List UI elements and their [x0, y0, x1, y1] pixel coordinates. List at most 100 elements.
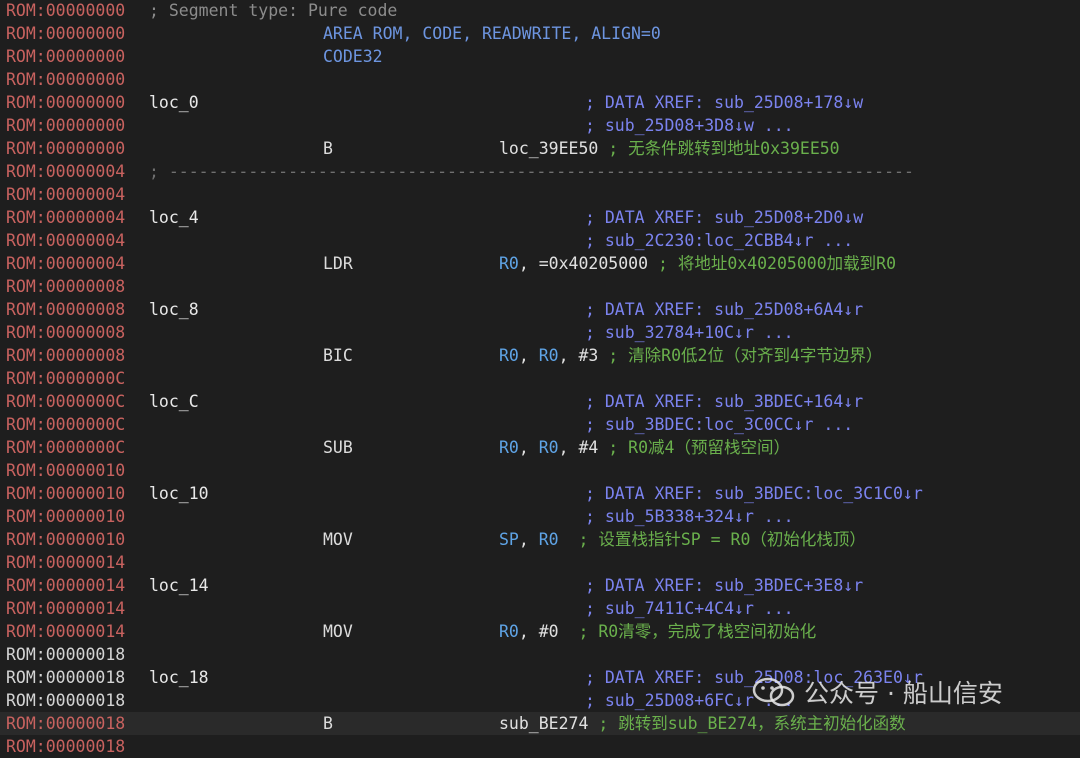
xref-comment[interactable]: ; DATA XREF: sub_3BDEC+3E8↓r: [585, 574, 863, 597]
listing-line[interactable]: ROM:00000010 ; sub_5B338+324↓r ...: [0, 505, 1080, 528]
listing-line[interactable]: ROM:00000000 ; sub_25D08+3D8↓w ...: [0, 114, 1080, 137]
listing-line[interactable]: ROM:00000004 loc_4 ; DATA XREF: sub_25D08+…: [0, 206, 1080, 229]
xref-comment[interactable]: ; DATA XREF: sub_25D08+178↓w: [585, 91, 863, 114]
address: ROM:00000018: [6, 645, 126, 664]
listing-line[interactable]: ROM:00000000 ; Segment type: Pure code: [0, 0, 1080, 22]
listing-line[interactable]: ROM:00000018: [0, 735, 1080, 758]
register[interactable]: R0: [539, 346, 559, 365]
listing-line[interactable]: ROM:00000014 MOV R0, #0 ; R0清零，完成了栈空间初始化: [0, 620, 1080, 643]
address: ROM:00000014: [6, 599, 126, 618]
listing-line[interactable]: ROM:00000004 ; sub_2C230:loc_2CBB4↓r ...: [0, 229, 1080, 252]
xref-comment[interactable]: ; sub_3BDEC:loc_3C0CC↓r ...: [585, 413, 853, 436]
listing-line[interactable]: ROM:0000000C: [0, 367, 1080, 390]
code-label[interactable]: loc_14: [149, 574, 209, 597]
register[interactable]: R0: [499, 438, 519, 457]
register[interactable]: SP: [499, 530, 519, 549]
disassembly-listing[interactable]: ROM:00000000; Segment type: Pure code ROM…: [0, 0, 1080, 756]
operand[interactable]: sub_BE274: [499, 714, 588, 733]
listing-line[interactable]: ROM:00000008 ; sub_32784+10C↓r ...: [0, 321, 1080, 344]
code-label[interactable]: loc_10: [149, 482, 209, 505]
address: ROM:00000018: [6, 668, 126, 687]
listing-line[interactable]: ROM:00000004 ; --------------------------…: [0, 160, 1080, 183]
address: ROM:0000000C: [6, 369, 126, 388]
listing-line[interactable]: ROM:00000000 AREA ROM, CODE, READWRITE, A…: [0, 22, 1080, 45]
operands[interactable]: loc_39EE50 ; 无条件跳转到地址0x39EE50: [499, 137, 840, 160]
listing-line[interactable]: ROM:00000014 loc_14 ; DATA XREF: sub_3BDEC…: [0, 574, 1080, 597]
mnemonic: MOV: [323, 622, 353, 641]
listing-line[interactable]: ROM:00000018 ; sub_25D08+6FC↓r ...: [0, 689, 1080, 712]
code-label[interactable]: loc_0: [149, 91, 199, 114]
comment: ; 清除R0低2位（对齐到4字节边界）: [598, 346, 883, 365]
listing-line[interactable]: ROM:00000000 CODE32: [0, 45, 1080, 68]
register[interactable]: R0: [539, 438, 559, 457]
operands[interactable]: R0, #0 ; R0清零，完成了栈空间初始化: [499, 620, 816, 643]
xref-comment[interactable]: ; DATA XREF: sub_25D08+2D0↓w: [585, 206, 863, 229]
code-label[interactable]: loc_18: [149, 666, 209, 689]
xref-comment[interactable]: ; DATA XREF: sub_25D08+6A4↓r: [585, 298, 863, 321]
listing-line[interactable]: ROM:00000018: [0, 643, 1080, 666]
xref-comment[interactable]: ; sub_25D08+3D8↓w ...: [585, 114, 794, 137]
operands[interactable]: R0, R0, #3 ; 清除R0低2位（对齐到4字节边界）: [499, 344, 882, 367]
listing-line[interactable]: ROM:00000008: [0, 275, 1080, 298]
address: ROM:00000018: [6, 714, 126, 733]
listing-line[interactable]: ROM:00000008 BIC R0, R0, #3 ; 清除R0低2位（对齐到4…: [0, 344, 1080, 367]
register[interactable]: R0: [499, 254, 519, 273]
operand[interactable]: , #3: [559, 346, 599, 365]
comment: ; 跳转到sub_BE274，系统主初始化函数: [588, 714, 906, 733]
address: ROM:00000008: [6, 323, 126, 342]
listing-line[interactable]: ROM:0000000C loc_C ; DATA XREF: sub_3BDEC+…: [0, 390, 1080, 413]
xref-comment[interactable]: ; sub_25D08+6FC↓r ...: [585, 689, 794, 712]
listing-line[interactable]: ROM:00000000 Bloc_39EE50 ; 无条件跳转到地址0x39EE…: [0, 137, 1080, 160]
listing-line[interactable]: ROM:00000010 MOV SP, R0 ; 设置栈指针SP = R0（初始化…: [0, 528, 1080, 551]
comment: ; 设置栈指针SP = R0（初始化栈顶）: [558, 530, 866, 549]
separator-line: ; --------------------------------------…: [149, 162, 914, 181]
operand[interactable]: ,: [519, 346, 539, 365]
address: ROM:0000000C: [6, 438, 126, 457]
address: ROM:00000014: [6, 576, 126, 595]
operand[interactable]: loc_39EE50: [499, 139, 598, 158]
xref-comment[interactable]: ; DATA XREF: sub_25D08:loc_263E0↓r: [585, 666, 923, 689]
address: ROM:00000000: [6, 116, 126, 135]
code-label[interactable]: loc_8: [149, 298, 199, 321]
operand[interactable]: , =0x40205000: [519, 254, 648, 273]
xref-comment[interactable]: ; DATA XREF: sub_3BDEC+164↓r: [585, 390, 863, 413]
mnemonic: B: [323, 139, 333, 158]
xref-comment[interactable]: ; sub_2C230:loc_2CBB4↓r ...: [585, 229, 853, 252]
listing-line[interactable]: ROM:00000014 ; sub_7411C+4C4↓r ...: [0, 597, 1080, 620]
operands[interactable]: sub_BE274 ; 跳转到sub_BE274，系统主初始化函数: [499, 712, 906, 735]
listing-line[interactable]: ROM:0000000C ; sub_3BDEC:loc_3C0CC↓r ...: [0, 413, 1080, 436]
listing-line[interactable]: ROM:00000018 Bsub_BE274 ; 跳转到sub_BE274，系统…: [0, 712, 1080, 735]
listing-line[interactable]: ROM:00000000: [0, 68, 1080, 91]
listing-line[interactable]: ROM:00000008 loc_8 ; DATA XREF: sub_25D08+…: [0, 298, 1080, 321]
address: ROM:0000000C: [6, 392, 126, 411]
operands[interactable]: SP, R0 ; 设置栈指针SP = R0（初始化栈顶）: [499, 528, 866, 551]
code-label[interactable]: loc_4: [149, 206, 199, 229]
register[interactable]: R0: [499, 346, 519, 365]
operand[interactable]: ,: [519, 438, 539, 457]
operand[interactable]: , #4: [559, 438, 599, 457]
operand[interactable]: ,: [519, 530, 539, 549]
code-label[interactable]: loc_C: [149, 390, 199, 413]
comment: ; 将地址0x40205000加载到R0: [648, 254, 897, 273]
register[interactable]: R0: [499, 622, 519, 641]
segment-comment: ; Segment type: Pure code: [149, 1, 398, 20]
listing-line[interactable]: ROM:00000010 loc_10 ; DATA XREF: sub_3BDEC…: [0, 482, 1080, 505]
listing-line[interactable]: ROM:00000000 loc_0 ; DATA XREF: sub_25D08+…: [0, 91, 1080, 114]
xref-comment[interactable]: ; DATA XREF: sub_3BDEC:loc_3C1C0↓r: [585, 482, 923, 505]
listing-line[interactable]: ROM:00000014: [0, 551, 1080, 574]
listing-line[interactable]: ROM:00000004: [0, 183, 1080, 206]
register[interactable]: R0: [539, 530, 559, 549]
address: ROM:00000000: [6, 47, 126, 66]
operand[interactable]: , #0: [519, 622, 559, 641]
comment: ; 无条件跳转到地址0x39EE50: [598, 139, 840, 158]
listing-line[interactable]: ROM:00000004 LDR R0, =0x40205000 ; 将地址0x40…: [0, 252, 1080, 275]
xref-comment[interactable]: ; sub_7411C+4C4↓r ...: [585, 597, 794, 620]
listing-line[interactable]: ROM:0000000C SUB R0, R0, #4 ; R0减4（预留栈空间）: [0, 436, 1080, 459]
operands[interactable]: R0, R0, #4 ; R0减4（预留栈空间）: [499, 436, 790, 459]
listing-line[interactable]: ROM:00000018 loc_18 ; DATA XREF: sub_25D08…: [0, 666, 1080, 689]
operands[interactable]: R0, =0x40205000 ; 将地址0x40205000加载到R0: [499, 252, 896, 275]
listing-line[interactable]: ROM:00000010: [0, 459, 1080, 482]
comment: ; R0减4（预留栈空间）: [598, 438, 790, 457]
xref-comment[interactable]: ; sub_5B338+324↓r ...: [585, 505, 794, 528]
xref-comment[interactable]: ; sub_32784+10C↓r ...: [585, 321, 794, 344]
